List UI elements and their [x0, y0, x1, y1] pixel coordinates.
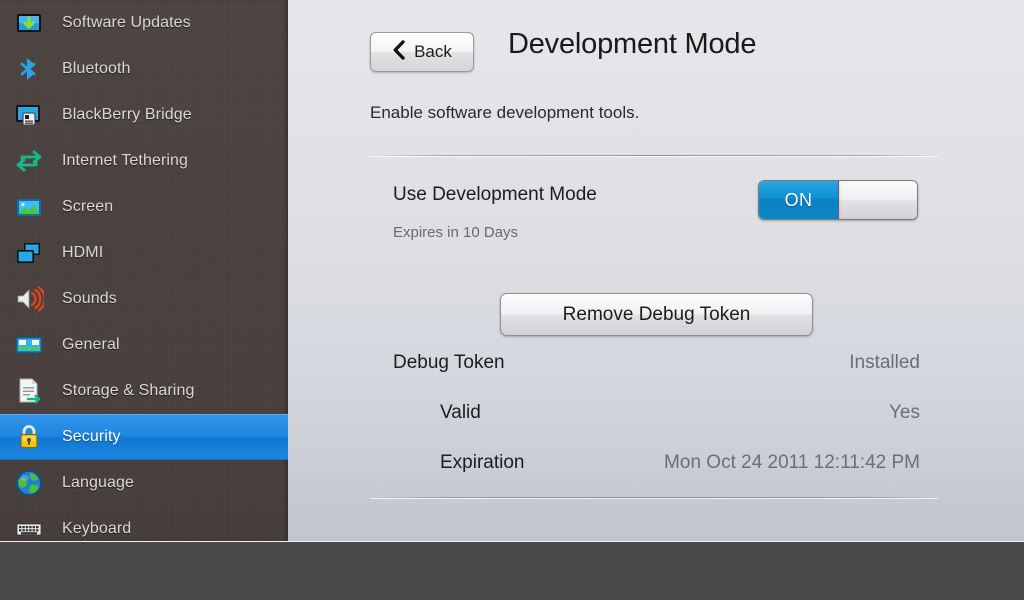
back-button[interactable]: Back — [370, 32, 474, 72]
content-panel: Back Development Mode Enable software de… — [288, 0, 1024, 541]
sidebar-item-screen[interactable]: Screen — [0, 184, 288, 230]
internet-tethering-icon — [14, 146, 44, 176]
sidebar-item-label: Keyboard — [62, 520, 132, 537]
toggle-state-label: ON — [784, 189, 813, 210]
screen-root: Software Updates Bluetooth BlackBerry Brid… — [0, 0, 1024, 600]
sidebar-item-general[interactable]: General — [0, 322, 288, 368]
use-development-mode-row: Use Development Mode ON — [288, 178, 1024, 220]
keyboard-icon — [14, 514, 44, 541]
sidebar-item-label: General — [62, 336, 120, 353]
screen-icon — [14, 192, 44, 222]
bluetooth-icon — [14, 54, 44, 84]
sidebar-item-label: Storage & Sharing — [62, 382, 195, 399]
settings-sidebar[interactable]: Software Updates Bluetooth BlackBerry Brid… — [0, 0, 288, 541]
detail-key: Debug Token — [393, 352, 505, 373]
remove-debug-token-label: Remove Debug Token — [562, 303, 751, 325]
sidebar-item-label: Software Updates — [62, 14, 191, 31]
sidebar-item-hdmi[interactable]: HDMI — [0, 230, 288, 276]
detail-row-expiration: Expiration Mon Oct 24 2011 12:11:42 PM — [288, 452, 1024, 480]
sidebar-item-label: Screen — [62, 198, 114, 215]
remove-debug-token-button[interactable]: Remove Debug Token — [500, 293, 813, 336]
detail-value: Mon Oct 24 2011 12:11:42 PM — [664, 452, 920, 473]
globe-icon — [14, 468, 44, 498]
detail-value: Yes — [889, 402, 920, 423]
hdmi-icon — [14, 238, 44, 268]
toggle-knob[interactable] — [839, 181, 917, 219]
development-mode-toggle[interactable]: ON — [758, 180, 918, 220]
sidebar-item-label: Security — [62, 428, 121, 445]
sidebar-item-label: Internet Tethering — [62, 152, 189, 169]
expires-note: Expires in 10 Days — [393, 224, 519, 241]
use-development-mode-label: Use Development Mode — [393, 184, 597, 205]
sidebar-item-security[interactable]: Security — [0, 414, 288, 460]
detail-row-debug-token: Debug Token Installed — [288, 352, 1024, 380]
system-chrome-bar — [0, 541, 1024, 600]
blackberry-bridge-icon — [14, 100, 44, 130]
sidebar-item-software-updates[interactable]: Software Updates — [0, 0, 288, 46]
toggle-on-segment[interactable]: ON — [759, 181, 839, 219]
sidebar-item-bluetooth[interactable]: Bluetooth — [0, 46, 288, 92]
sidebar-item-sounds[interactable]: Sounds — [0, 276, 288, 322]
sidebar-item-language[interactable]: Language — [0, 460, 288, 506]
page-header: Back Development Mode — [288, 0, 1024, 92]
sidebar-item-keyboard[interactable]: Keyboard — [0, 506, 288, 541]
detail-key: Valid — [440, 402, 481, 423]
page-subtitle: Enable software development tools. — [370, 103, 640, 122]
sidebar-item-label: Sounds — [62, 290, 117, 307]
lock-icon — [14, 422, 44, 452]
sidebar-item-label: HDMI — [62, 244, 104, 261]
sidebar-item-storage-sharing[interactable]: Storage & Sharing — [0, 368, 288, 414]
sidebar-item-internet-tethering[interactable]: Internet Tethering — [0, 138, 288, 184]
chevron-left-icon — [392, 39, 405, 65]
page-title: Development Mode — [508, 28, 757, 60]
sounds-icon — [14, 284, 44, 314]
sidebar-item-label: Language — [62, 474, 134, 491]
detail-row-valid: Valid Yes — [288, 402, 1024, 430]
software-updates-icon — [14, 8, 44, 38]
detail-value: Installed — [849, 352, 920, 373]
sidebar-item-blackberry-bridge[interactable]: BlackBerry Bridge — [0, 92, 288, 138]
sidebar-item-label: Bluetooth — [62, 60, 131, 77]
storage-sharing-icon — [14, 376, 44, 406]
back-button-label: Back — [414, 42, 452, 61]
divider-bottom — [370, 497, 938, 498]
detail-key: Expiration — [440, 452, 525, 473]
general-icon — [14, 330, 44, 360]
divider-top — [370, 155, 938, 156]
sidebar-item-label: BlackBerry Bridge — [62, 106, 192, 123]
settings-window: Software Updates Bluetooth BlackBerry Brid… — [0, 0, 1024, 541]
